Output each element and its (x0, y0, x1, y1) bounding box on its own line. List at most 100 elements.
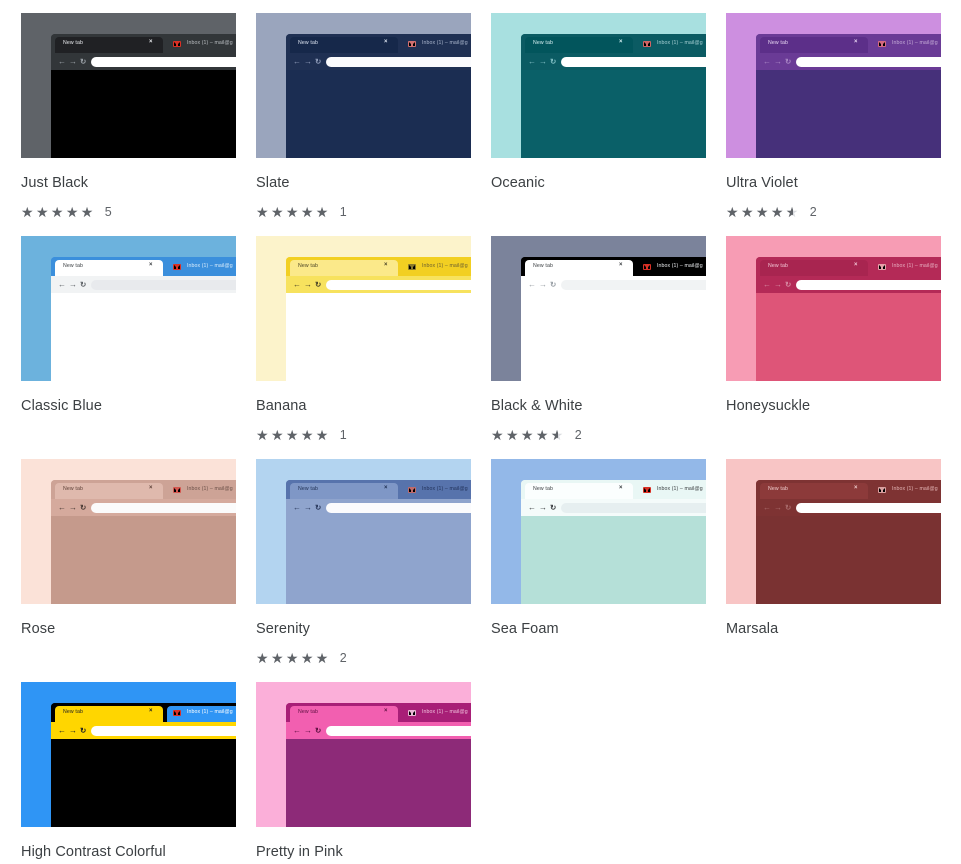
reload-icon: ↻ (315, 503, 322, 512)
gmail-icon (643, 487, 651, 493)
forward-arrow-icon: → (69, 502, 77, 512)
theme-card[interactable]: Inbox (1) – mail@g New tab × ← → ↻ Pretty in P… (256, 682, 491, 864)
page-content-area (286, 293, 471, 381)
rating-row: ★★★★★ ★★★★★ 1 (256, 427, 491, 443)
page-content-area (521, 516, 706, 604)
theme-title[interactable]: Rose (21, 620, 256, 638)
gmail-icon (173, 264, 181, 270)
browser-toolbar: ← → ↻ (521, 276, 706, 293)
gmail-icon (878, 264, 886, 270)
theme-thumbnail[interactable]: Inbox (1) – mail@g New tab × ← → ↻ (256, 682, 471, 827)
close-tab-icon: × (854, 262, 858, 268)
page-content-area (756, 293, 941, 381)
reload-icon: ↻ (550, 280, 557, 289)
theme-title[interactable]: Slate (256, 174, 491, 192)
browser-toolbar: ← → ↻ (286, 53, 471, 70)
theme-card[interactable]: Inbox (1) – mail@g New tab × ← → ↻ Oceanic (491, 13, 726, 236)
back-arrow-icon: ← (528, 279, 536, 289)
omnibox (326, 57, 471, 67)
theme-thumbnail[interactable]: Inbox (1) – mail@g New tab × ← → ↻ (256, 459, 471, 604)
theme-title[interactable]: Just Black (21, 174, 256, 192)
theme-title[interactable]: Banana (256, 397, 491, 415)
reload-icon: ↻ (550, 57, 557, 66)
theme-title[interactable]: Honeysuckle (726, 397, 961, 415)
browser-preview: Inbox (1) – mail@g New tab × ← → ↻ (726, 13, 941, 158)
star-rating: ★★★★★★★★★★ (21, 205, 96, 219)
theme-thumbnail[interactable]: Inbox (1) – mail@g New tab × ← → ↻ (256, 236, 471, 381)
close-tab-icon: × (854, 485, 858, 491)
theme-title[interactable]: Ultra Violet (726, 174, 961, 192)
inactive-tab-label: Inbox (1) – mail@g (187, 708, 233, 715)
theme-title[interactable]: Classic Blue (21, 397, 256, 415)
close-tab-icon: × (149, 708, 153, 714)
theme-thumbnail[interactable]: Inbox (1) – mail@g New tab × ← → ↻ (21, 236, 236, 381)
theme-title[interactable]: High Contrast Colorful (21, 843, 256, 861)
active-tab-label: New tab (63, 39, 84, 46)
tab-strip: Inbox (1) – mail@g New tab × (286, 34, 471, 53)
theme-card[interactable]: Inbox (1) – mail@g New tab × ← → ↻ Banana ★★★★★… (256, 236, 491, 459)
theme-title[interactable]: Serenity (256, 620, 491, 638)
theme-thumbnail[interactable]: Inbox (1) – mail@g New tab × ← → ↻ (21, 459, 236, 604)
theme-card[interactable]: Inbox (1) – mail@g New tab × ← → ↻ High Contra… (21, 682, 256, 864)
theme-card[interactable]: Inbox (1) – mail@g New tab × ← → ↻ Slate ★★★★★ ★… (256, 13, 491, 236)
tab-strip: Inbox (1) – mail@g New tab × (286, 257, 471, 276)
gmail-icon (408, 264, 416, 270)
theme-thumbnail[interactable]: Inbox (1) – mail@g New tab × ← → ↻ (21, 682, 236, 827)
reload-icon: ↻ (315, 57, 322, 66)
theme-card[interactable]: Inbox (1) – mail@g New tab × ← → ↻ Classic Blu… (21, 236, 256, 459)
theme-card[interactable]: Inbox (1) – mail@g New tab × ← → ↻ Just Black ★… (21, 13, 256, 236)
omnibox (326, 503, 471, 513)
theme-card[interactable]: Inbox (1) – mail@g New tab × ← → ↻ Honeysuckle (726, 236, 961, 459)
active-tab-label: New tab (298, 39, 319, 46)
reload-icon: ↻ (315, 726, 322, 735)
theme-thumbnail[interactable]: Inbox (1) – mail@g New tab × ← → ↻ (491, 236, 706, 381)
rating-count: 2 (809, 205, 817, 219)
theme-thumbnail[interactable]: Inbox (1) – mail@g New tab × ← → ↻ (491, 13, 706, 158)
forward-arrow-icon: → (304, 725, 312, 735)
inactive-tab-label: Inbox (1) – mail@g (422, 39, 468, 46)
star-rating-filled: ★★★★★ (21, 205, 96, 219)
theme-title[interactable]: Oceanic (491, 174, 726, 192)
rating-count: 1 (339, 428, 347, 442)
theme-title[interactable]: Pretty in Pink (256, 843, 491, 861)
reload-icon: ↻ (785, 503, 792, 512)
reload-icon: ↻ (550, 503, 557, 512)
active-tab-label: New tab (768, 262, 789, 269)
theme-card[interactable]: Inbox (1) – mail@g New tab × ← → ↻ Ultra Viole… (726, 13, 961, 236)
theme-card[interactable]: Inbox (1) – mail@g New tab × ← → ↻ Marsala (726, 459, 961, 682)
close-tab-icon: × (854, 39, 858, 45)
theme-thumbnail[interactable]: Inbox (1) – mail@g New tab × ← → ↻ (256, 13, 471, 158)
forward-arrow-icon: → (539, 56, 547, 66)
active-tab-label: New tab (63, 708, 84, 715)
browser-toolbar: ← → ↻ (51, 722, 236, 739)
rating-row: ★★★★★ ★★★★★ 5 (21, 204, 256, 220)
page-content-area (286, 516, 471, 604)
theme-thumbnail[interactable]: Inbox (1) – mail@g New tab × ← → ↻ (21, 13, 236, 158)
inactive-tab-label: Inbox (1) – mail@g (657, 485, 703, 492)
star-rating: ★★★★★★★★★★ (491, 428, 566, 442)
theme-title[interactable]: Sea Foam (491, 620, 726, 638)
omnibox (326, 280, 471, 290)
omnibox (326, 726, 471, 736)
theme-thumbnail[interactable]: Inbox (1) – mail@g New tab × ← → ↻ (726, 459, 941, 604)
forward-arrow-icon: → (304, 56, 312, 66)
browser-toolbar: ← → ↻ (521, 53, 706, 70)
theme-title[interactable]: Black & White (491, 397, 726, 415)
omnibox (796, 57, 941, 67)
inactive-tab-label: Inbox (1) – mail@g (187, 262, 233, 269)
theme-thumbnail[interactable]: Inbox (1) – mail@g New tab × ← → ↻ (726, 13, 941, 158)
theme-thumbnail[interactable]: Inbox (1) – mail@g New tab × ← → ↻ (491, 459, 706, 604)
browser-window: Inbox (1) – mail@g New tab × ← → ↻ (286, 480, 471, 604)
theme-card[interactable]: Inbox (1) – mail@g New tab × ← → ↻ Serenity ★★★… (256, 459, 491, 682)
inactive-tab-label: Inbox (1) – mail@g (657, 39, 703, 46)
theme-thumbnail[interactable]: Inbox (1) – mail@g New tab × ← → ↻ (726, 236, 941, 381)
theme-title[interactable]: Marsala (726, 620, 961, 638)
theme-card[interactable]: Inbox (1) – mail@g New tab × ← → ↻ Rose (21, 459, 256, 682)
theme-card[interactable]: Inbox (1) – mail@g New tab × ← → ↻ Black & Whi… (491, 236, 726, 459)
rating-count: 2 (574, 428, 582, 442)
theme-card[interactable]: Inbox (1) – mail@g New tab × ← → ↻ Sea Foam (491, 459, 726, 682)
browser-window: Inbox (1) – mail@g New tab × ← → ↻ (521, 34, 706, 158)
reload-icon: ↻ (80, 57, 87, 66)
tab-strip: Inbox (1) – mail@g New tab × (51, 480, 236, 499)
rating-row: ★★★★★★★★★★ 2 (726, 204, 961, 220)
